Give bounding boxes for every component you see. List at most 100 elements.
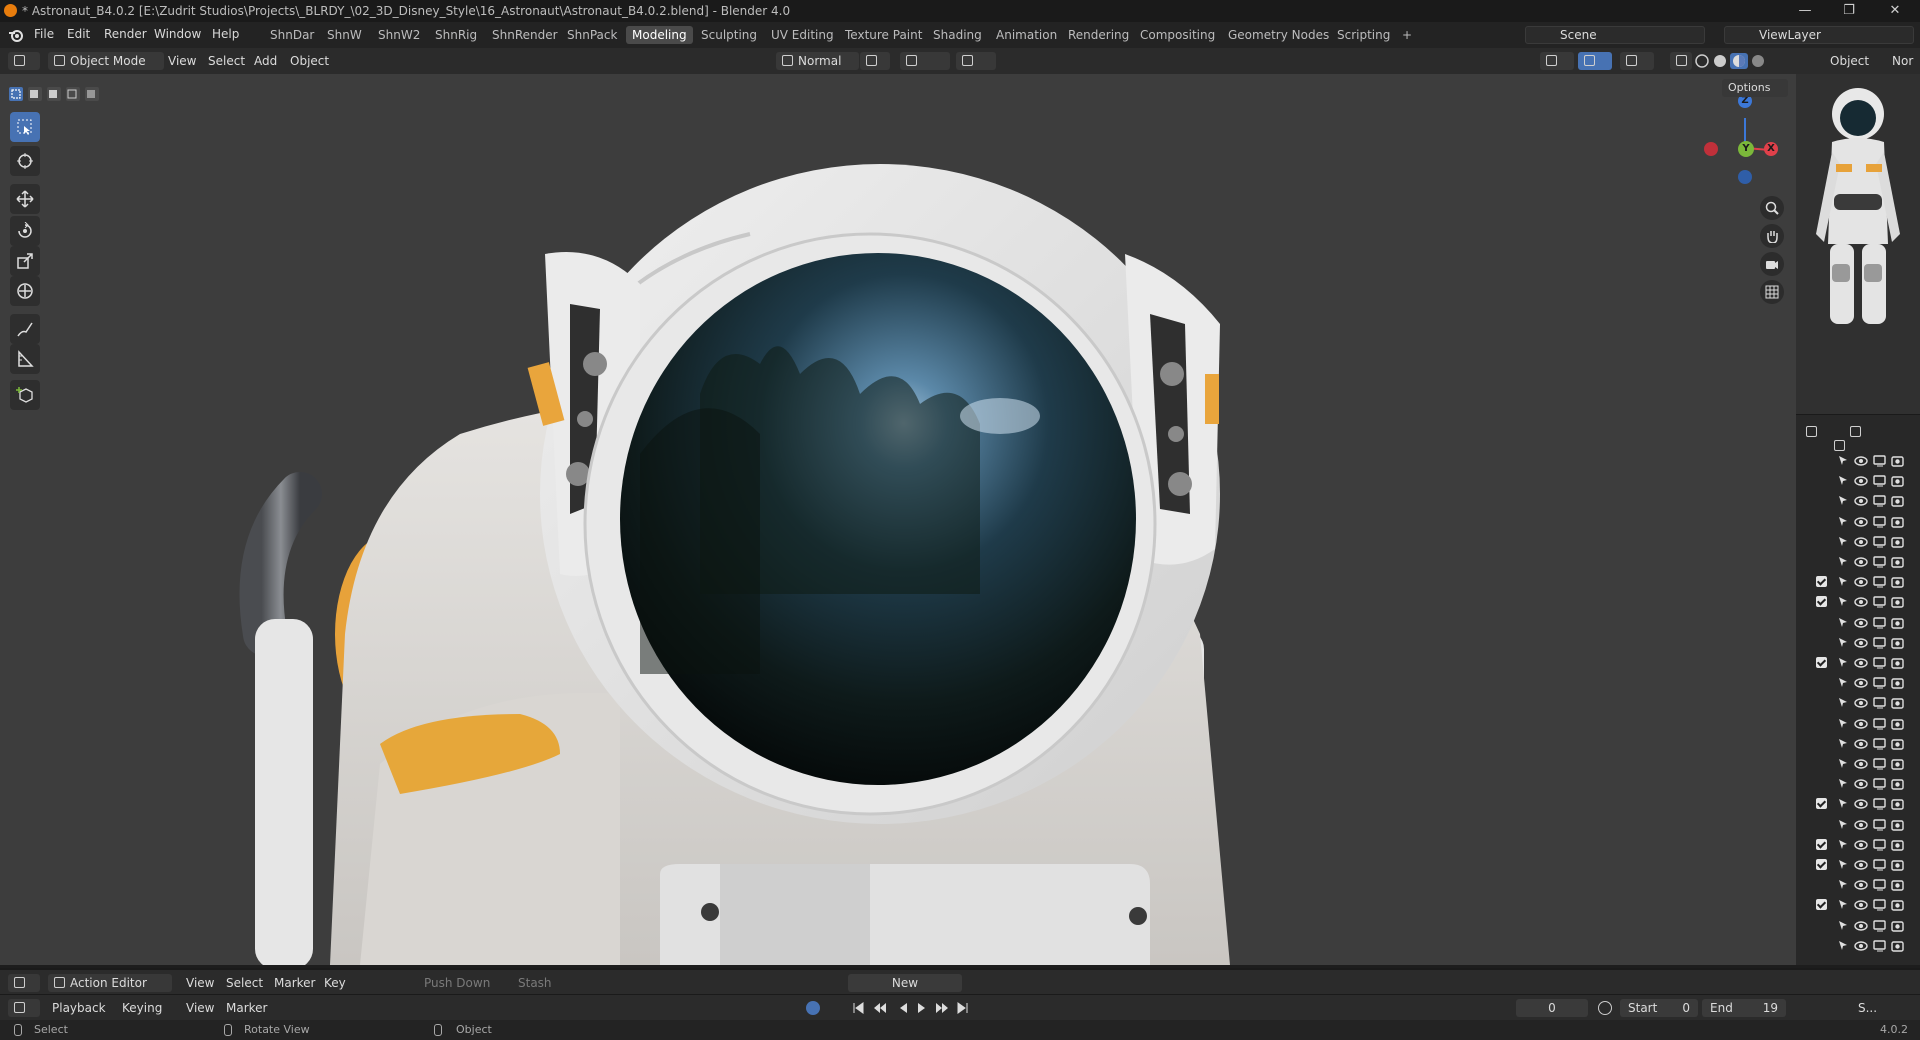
filter-icon[interactable] <box>1849 426 1861 437</box>
outliner-row[interactable] <box>1796 451 1920 471</box>
cursor-tool[interactable] <box>10 146 40 176</box>
search-icon[interactable] <box>1834 440 1845 451</box>
visibility-icons[interactable] <box>1838 818 1918 831</box>
outliner-row[interactable] <box>1796 835 1920 855</box>
scene-selector[interactable]: Scene <box>1525 26 1705 44</box>
current-frame-field[interactable]: 0 <box>1516 999 1588 1017</box>
visibility-dropdown[interactable] <box>1540 52 1574 70</box>
outliner-row[interactable] <box>1796 916 1920 936</box>
outliner-row[interactable] <box>1796 693 1920 713</box>
tab-geometry-nodes[interactable]: Geometry Nodes <box>1222 26 1335 44</box>
tab-uv-editing[interactable]: UV Editing <box>765 26 840 44</box>
outliner-row[interactable] <box>1796 512 1920 532</box>
timeline-editor-button[interactable] <box>8 999 40 1017</box>
outliner-row[interactable] <box>1796 552 1920 572</box>
visibility-icons[interactable] <box>1838 758 1918 770</box>
menu-add[interactable]: Add <box>254 52 277 70</box>
menu-edit[interactable]: Edit <box>67 27 90 41</box>
visibility-icons[interactable] <box>1838 596 1918 609</box>
visibility-icons[interactable] <box>1838 778 1918 790</box>
outliner-row[interactable] <box>1796 653 1920 673</box>
add-cube-tool[interactable] <box>10 380 40 410</box>
visibility-icons[interactable] <box>1838 839 1918 851</box>
push-down-button[interactable]: Push Down <box>424 974 490 992</box>
collection-checkbox[interactable] <box>1816 596 1827 608</box>
visibility-icons[interactable] <box>1838 919 1918 932</box>
timer-icon[interactable] <box>1598 1001 1612 1015</box>
start-frame-field[interactable]: Start 0 <box>1620 999 1698 1017</box>
outliner-row[interactable] <box>1796 471 1920 491</box>
camera-view-button[interactable] <box>1760 252 1784 276</box>
axis-neg-z-icon[interactable] <box>1738 170 1752 184</box>
outliner-row[interactable] <box>1796 754 1920 774</box>
move-tool[interactable] <box>10 184 40 214</box>
menu-file[interactable]: File <box>34 27 54 41</box>
rotate-tool[interactable] <box>10 216 40 246</box>
xray-toggle[interactable] <box>1670 52 1692 70</box>
tab-shndar[interactable]: ShnDar <box>264 26 320 44</box>
gizmo-toggle[interactable] <box>1578 52 1612 70</box>
collection-checkbox[interactable] <box>1816 576 1827 588</box>
editor-type-button[interactable] <box>8 974 40 992</box>
menu-view[interactable]: View <box>186 999 214 1017</box>
outliner-row[interactable] <box>1796 774 1920 794</box>
navigation-gizmo[interactable]: Z Y X <box>1692 88 1792 188</box>
visibility-icons[interactable] <box>1838 677 1918 689</box>
outliner-row[interactable] <box>1796 714 1920 734</box>
outliner-row[interactable] <box>1796 673 1920 693</box>
visibility-icons[interactable] <box>1838 475 1918 487</box>
annotate-tool[interactable] <box>10 314 40 344</box>
visibility-icons[interactable] <box>1838 657 1918 669</box>
menu-marker[interactable]: Marker <box>226 999 267 1017</box>
collection-checkbox[interactable] <box>1816 657 1827 668</box>
menu-view[interactable]: View <box>168 52 196 70</box>
tab-sculpting[interactable]: Sculpting <box>695 26 763 44</box>
visibility-icons[interactable] <box>1838 536 1918 548</box>
menu-render[interactable]: Render <box>104 27 147 41</box>
visibility-icons[interactable] <box>1838 940 1918 952</box>
tab-modeling[interactable]: Modeling <box>626 26 693 44</box>
tab-shading[interactable]: Shading <box>927 26 988 44</box>
outliner-row[interactable] <box>1796 895 1920 915</box>
close-button[interactable]: ✕ <box>1880 2 1910 20</box>
tab-rendering[interactable]: Rendering <box>1062 26 1135 44</box>
view-layer-selector[interactable]: ViewLayer <box>1724 26 1914 44</box>
options-dropdown[interactable]: Options <box>1722 79 1789 97</box>
tab-animation[interactable]: Animation <box>990 26 1063 44</box>
visibility-icons[interactable] <box>1838 697 1918 710</box>
tab-scripting[interactable]: Scripting <box>1331 26 1396 44</box>
shading-modes[interactable] <box>1694 52 1774 70</box>
selection-mode-icons[interactable] <box>8 86 104 102</box>
collection-checkbox[interactable] <box>1816 859 1827 870</box>
measure-tool[interactable] <box>10 344 40 374</box>
tab-shnw[interactable]: ShnW <box>321 26 368 44</box>
outliner-row[interactable] <box>1796 855 1920 875</box>
orientation-dropdown[interactable]: Normal <box>776 52 860 70</box>
menu-keying[interactable]: Keying <box>122 999 162 1017</box>
collection-checkbox[interactable] <box>1816 838 1827 850</box>
outliner-row[interactable] <box>1796 815 1920 835</box>
new-action-button[interactable]: New <box>848 974 962 992</box>
visibility-icons[interactable] <box>1838 879 1918 891</box>
visibility-icons[interactable] <box>1838 717 1918 730</box>
outliner-row[interactable] <box>1796 794 1920 814</box>
display-mode-icon[interactable] <box>1806 426 1817 437</box>
3d-viewport[interactable]: Z Y X <box>0 74 1796 965</box>
add-workspace-button[interactable]: + <box>1396 26 1418 44</box>
outliner-row[interactable] <box>1796 592 1920 612</box>
scale-tool[interactable] <box>10 246 40 276</box>
menu-help[interactable]: Help <box>212 27 239 41</box>
maximize-button[interactable]: ❐ <box>1834 2 1864 20</box>
axis-neg-x-icon[interactable] <box>1704 142 1718 156</box>
playback-controls[interactable] <box>852 1001 970 1015</box>
blender-menu-icon[interactable] <box>8 27 24 43</box>
auto-key-toggle[interactable] <box>806 1001 820 1015</box>
visibility-icons[interactable] <box>1838 455 1918 467</box>
pivot-dropdown[interactable] <box>860 52 890 70</box>
transform-tool[interactable] <box>10 276 40 306</box>
mode-dropdown[interactable]: Object Mode <box>48 52 164 70</box>
menu-select[interactable]: Select <box>208 52 245 70</box>
visibility-icons[interactable] <box>1838 576 1918 588</box>
visibility-icons[interactable] <box>1838 616 1918 629</box>
outliner-row[interactable] <box>1796 936 1920 956</box>
